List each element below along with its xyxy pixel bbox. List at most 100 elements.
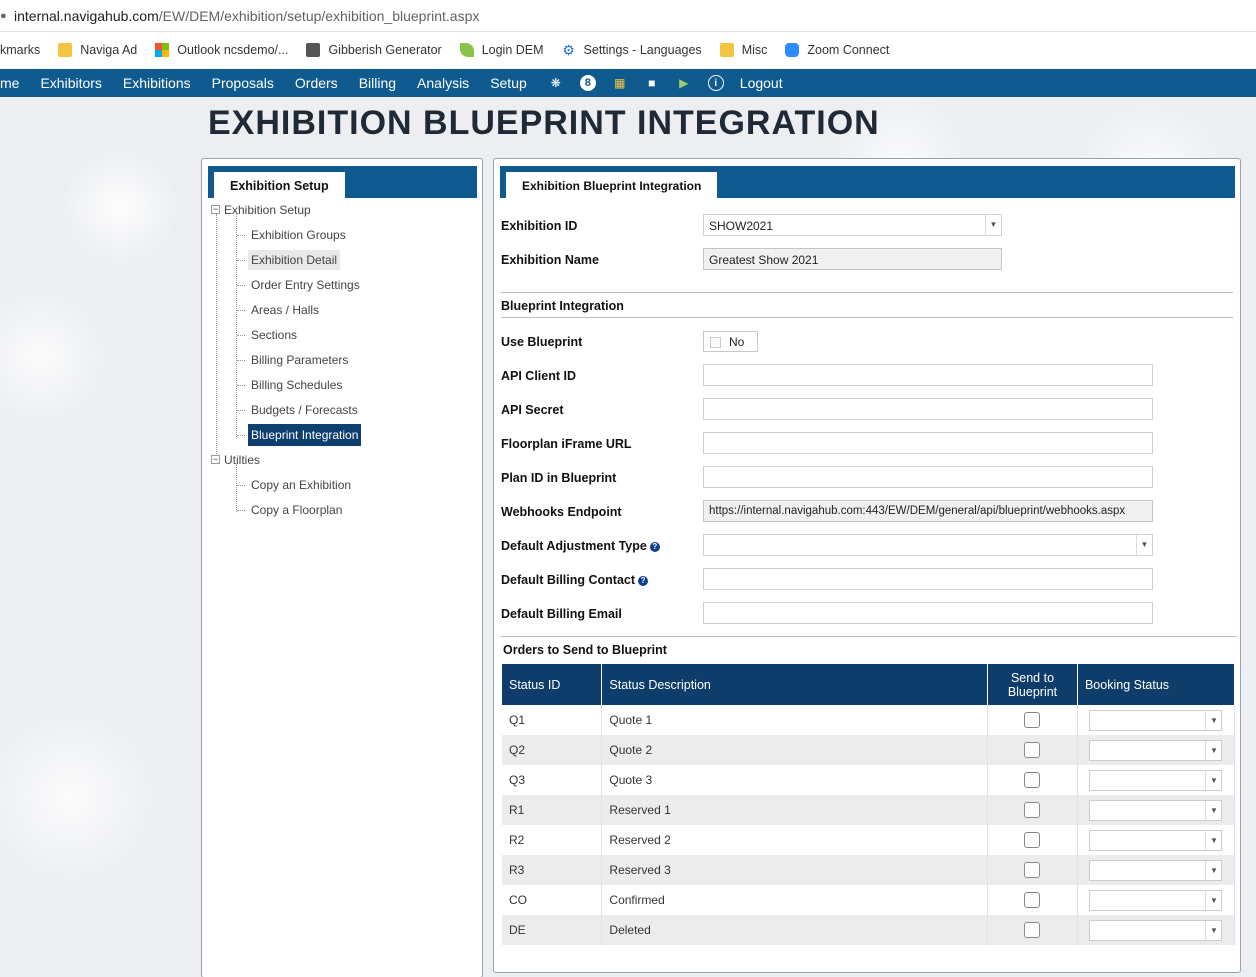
bookmark-outlook[interactable]: Outlook ncsdemo/... — [155, 43, 288, 57]
bookmark-login-dem[interactable]: Login DEM — [459, 43, 544, 57]
tab-exhibition-setup[interactable]: Exhibition Setup — [214, 172, 345, 198]
bookmark-gibberish[interactable]: Gibberish Generator — [306, 43, 442, 57]
booking-status-select[interactable]: ▼ — [1089, 919, 1223, 941]
bookmark-bookmarks[interactable]: kmarks — [0, 43, 40, 57]
api-client-id-field[interactable] — [703, 364, 1153, 386]
booking-status-select[interactable]: ▼ — [1089, 889, 1223, 911]
chevron-down-icon[interactable]: ▼ — [1205, 800, 1221, 820]
billing-contact-field[interactable] — [703, 568, 1153, 590]
use-blueprint-checkbox[interactable] — [710, 337, 721, 348]
nav-billing[interactable]: Billing — [359, 75, 396, 91]
nav-analysis[interactable]: Analysis — [417, 75, 469, 91]
orders-section-heading: Orders to Send to Blueprint — [503, 643, 667, 657]
tree-item-exhibition-detail[interactable]: Exhibition Detail — [248, 250, 341, 270]
send-to-blueprint-checkbox[interactable] — [1024, 892, 1041, 908]
collapse-icon[interactable]: − — [211, 455, 220, 464]
tree-connector — [236, 214, 237, 437]
floorplan-url-label: Floorplan iFrame URL — [501, 437, 632, 451]
table-row: R2 Reserved 2 ▼ — [502, 825, 1236, 855]
tree-item-copy-floorplan[interactable]: Copy a Floorplan — [248, 500, 345, 520]
nav-exhibitions[interactable]: Exhibitions — [123, 75, 191, 91]
nav-setup[interactable]: Setup — [490, 75, 527, 91]
exhibition-name-field[interactable]: Greatest Show 2021 — [703, 248, 1002, 270]
nav-orders[interactable]: Orders — [295, 75, 338, 91]
send-to-blueprint-checkbox[interactable] — [1024, 802, 1041, 818]
chevron-down-icon[interactable]: ▼ — [1205, 710, 1221, 730]
send-to-blueprint-checkbox[interactable] — [1024, 832, 1041, 848]
booking-status-select[interactable]: ▼ — [1089, 799, 1223, 821]
booking-status-select[interactable]: ▼ — [1089, 859, 1223, 881]
tree-item-areas-halls[interactable]: Areas / Halls — [248, 300, 322, 320]
tab-blueprint-integration[interactable]: Exhibition Blueprint Integration — [506, 172, 718, 198]
bookmark-settings-languages[interactable]: ⚙ Settings - Languages — [562, 43, 701, 57]
tree-node-utilities[interactable]: − Utilties — [210, 450, 260, 470]
bookmark-misc[interactable]: Misc — [719, 43, 767, 57]
address-bar[interactable]: ● internal.navigahub.com/EW/DEM/exhibiti… — [0, 0, 1256, 32]
billing-email-field[interactable] — [703, 602, 1153, 624]
tree-node-exhibition-setup[interactable]: − Exhibition Setup — [210, 200, 311, 220]
nav-exhibitors[interactable]: Exhibitors — [40, 75, 101, 91]
chevron-down-icon[interactable]: ▼ — [1136, 535, 1152, 555]
floorplan-url-field[interactable] — [703, 432, 1153, 454]
use-blueprint-toggle[interactable]: No — [703, 331, 758, 352]
api-secret-field[interactable] — [703, 398, 1153, 420]
chevron-down-icon[interactable]: ▼ — [1205, 890, 1221, 910]
booking-status-select[interactable]: ▼ — [1089, 769, 1223, 791]
adjustment-type-select[interactable]: ▼ — [703, 534, 1153, 556]
collapse-icon[interactable]: − — [211, 205, 220, 214]
url-text[interactable]: internal.navigahub.com/EW/DEM/exhibition… — [14, 8, 479, 24]
tree-connector — [237, 285, 245, 286]
chevron-down-icon[interactable]: ▼ — [1205, 830, 1221, 850]
send-to-blueprint-checkbox[interactable] — [1024, 742, 1041, 758]
booking-status-select[interactable]: ▼ — [1089, 709, 1223, 731]
status-id-cell: R1 — [502, 795, 603, 825]
booking-status-select[interactable]: ▼ — [1089, 739, 1223, 761]
chat-icon[interactable]: ■ — [644, 75, 660, 91]
col-status-description[interactable]: Status Description — [601, 664, 989, 705]
bookmark-zoom-connect[interactable]: Zoom Connect — [785, 43, 889, 57]
tree-connector — [237, 310, 245, 311]
info-icon[interactable]: i — [707, 75, 724, 91]
help-icon[interactable]: ? — [638, 576, 649, 586]
send-to-blueprint-checkbox[interactable] — [1024, 712, 1041, 728]
col-status-id[interactable]: Status ID — [502, 664, 603, 705]
chevron-down-icon[interactable]: ▼ — [1205, 740, 1221, 760]
tree-connector — [216, 214, 217, 454]
tree-item-sections[interactable]: Sections — [248, 325, 300, 345]
exhibition-id-select[interactable]: SHOW2021 ▼ — [703, 214, 1002, 236]
status-id-cell: Q2 — [502, 735, 603, 765]
col-booking-status[interactable]: Booking Status — [1077, 664, 1236, 705]
chevron-down-icon[interactable]: ▼ — [985, 215, 1001, 235]
lock-icon: ● — [0, 9, 7, 22]
bookmark-naviga-ad[interactable]: Naviga Ad — [58, 43, 137, 57]
badge-icon[interactable]: 8 — [579, 75, 596, 91]
chevron-down-icon[interactable]: ▼ — [1205, 770, 1221, 790]
chevron-down-icon[interactable]: ▼ — [1205, 920, 1221, 940]
nav-proposals[interactable]: Proposals — [212, 75, 274, 91]
send-cell — [987, 915, 1078, 945]
tv-icon[interactable]: ▶ — [676, 75, 692, 91]
bee-icon[interactable]: ❋ — [548, 75, 564, 91]
tree-item-blueprint-integration[interactable]: Blueprint Integration — [248, 424, 362, 446]
help-icon[interactable]: ? — [649, 542, 660, 552]
tree-item-exhibition-groups[interactable]: Exhibition Groups — [248, 225, 349, 245]
send-to-blueprint-checkbox[interactable] — [1024, 922, 1041, 938]
chevron-down-icon[interactable]: ▼ — [1205, 860, 1221, 880]
grid-icon[interactable]: ▦ — [612, 75, 628, 91]
tree-item-order-entry-settings[interactable]: Order Entry Settings — [248, 275, 363, 295]
send-to-blueprint-checkbox[interactable] — [1024, 772, 1041, 788]
booking-status-select[interactable]: ▼ — [1089, 829, 1223, 851]
nav-logout[interactable]: Logout — [740, 75, 783, 91]
table-row: Q3 Quote 3 ▼ — [502, 765, 1236, 795]
plan-id-field[interactable] — [703, 466, 1153, 488]
col-send-to-blueprint[interactable]: Send to Blueprint — [987, 664, 1078, 705]
webhooks-endpoint-field[interactable]: https://internal.navigahub.com:443/EW/DE… — [703, 500, 1153, 522]
bookmarks-bar: kmarks Naviga Ad Outlook ncsdemo/... Gib… — [0, 32, 1256, 68]
tree-item-budgets-forecasts[interactable]: Budgets / Forecasts — [248, 400, 361, 420]
table-row: Q1 Quote 1 ▼ — [502, 705, 1236, 735]
tree-item-billing-parameters[interactable]: Billing Parameters — [248, 350, 351, 370]
tree-item-copy-exhibition[interactable]: Copy an Exhibition — [248, 475, 354, 495]
send-to-blueprint-checkbox[interactable] — [1024, 862, 1041, 878]
nav-home[interactable]: me — [0, 75, 19, 91]
tree-item-billing-schedules[interactable]: Billing Schedules — [248, 375, 345, 395]
